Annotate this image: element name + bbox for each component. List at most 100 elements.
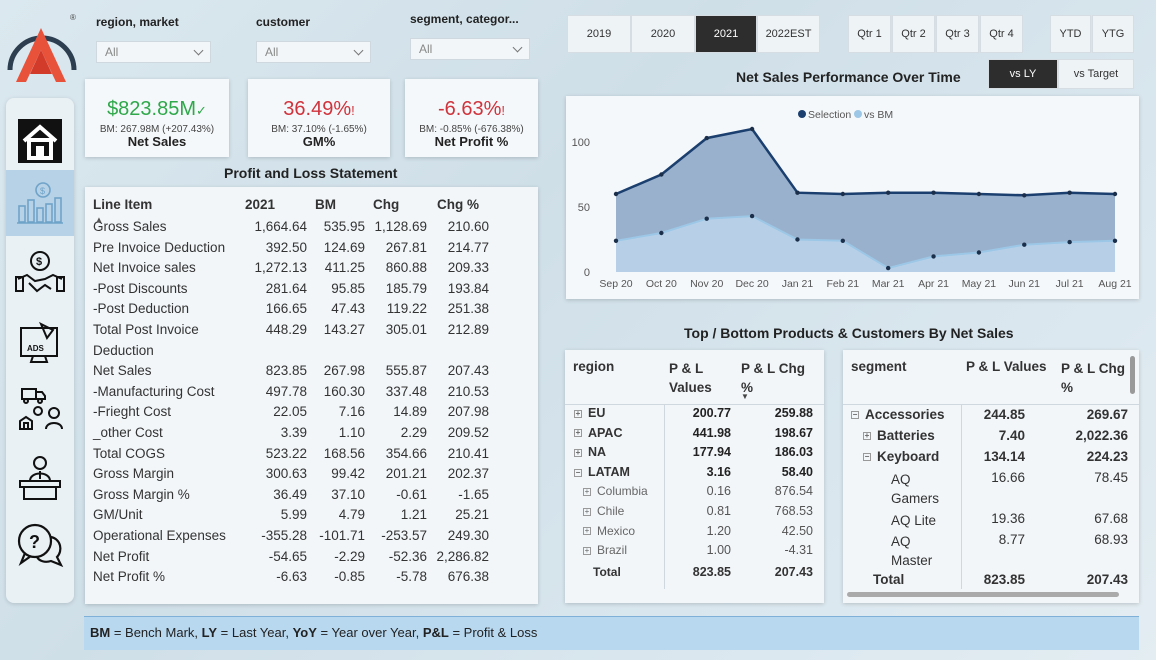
line-item-cell: GM/Unit (93, 507, 143, 523)
year-button-2020[interactable]: 2020 (631, 15, 695, 53)
expand-toggle-icon[interactable]: + (583, 507, 591, 516)
sidebar-item-executive[interactable] (6, 444, 74, 510)
column-header[interactable]: Chg (365, 191, 427, 217)
table-row[interactable]: Deduction (93, 341, 489, 362)
table-row[interactable]: + EU 200.77 259.88 (565, 406, 824, 426)
vs-ly-button[interactable]: vs LY (988, 59, 1058, 89)
column-header[interactable]: P & L Values (966, 359, 1047, 374)
expand-toggle-icon[interactable]: − (863, 453, 871, 462)
table-row[interactable]: Net Profit -54.65 -2.29 -52.36 2,286.82 (93, 547, 489, 568)
value-cell: 300.63 (265, 466, 307, 482)
table-row[interactable]: − Accessories 244.85 269.67 (843, 407, 1139, 427)
ytg-button[interactable]: YTG (1092, 15, 1134, 53)
table-row[interactable]: Gross Margin 300.63 99.42 201.21 202.37 (93, 464, 489, 485)
sidebar-item-help[interactable]: ? (6, 512, 74, 578)
sidebar-item-marketing[interactable]: ADS (6, 310, 74, 376)
table-row[interactable]: + Brazil 1.00 -4.31 (565, 543, 824, 563)
value-cell: 523.22 (265, 445, 307, 461)
column-header[interactable]: segment (851, 359, 907, 374)
table-row[interactable]: AQ Gamers 16.66 78.45 (843, 470, 1139, 506)
sidebar-item-home[interactable] (6, 108, 74, 174)
expand-toggle-icon[interactable]: + (574, 409, 582, 418)
change-cell: 876.54 (774, 484, 813, 499)
table-row[interactable]: + Columbia 0.16 876.54 (565, 484, 824, 504)
customer-dropdown[interactable]: All (256, 41, 371, 63)
table-row[interactable]: + APAC 441.98 198.67 (565, 426, 824, 446)
expand-toggle-icon[interactable]: − (851, 411, 859, 420)
table-row[interactable]: -Manufacturing Cost 497.78 160.30 337.48 210… (93, 382, 489, 403)
column-header[interactable]: P & L Chg % (1061, 359, 1131, 397)
region-market-dropdown[interactable]: All (96, 41, 211, 63)
value-cell: 47.43 (331, 301, 365, 317)
table-row[interactable]: + Mexico 1.20 42.50 (565, 524, 824, 544)
column-header[interactable]: Chg % (427, 191, 489, 217)
table-row[interactable]: Total Post Invoice 448.29 143.27 305.01 212.… (93, 320, 489, 341)
table-row[interactable]: Gross Margin % 36.49 37.10 -0.61 -1.65 (93, 485, 489, 506)
table-row[interactable]: AQ Lite 19.36 67.68 (843, 511, 1139, 531)
expand-toggle-icon[interactable]: + (583, 488, 591, 497)
column-header[interactable]: BM (307, 191, 365, 217)
year-button-2022est[interactable]: 2022EST (757, 15, 820, 53)
table-row[interactable]: Net Invoice sales 1,272.13 411.25 860.88 209… (93, 258, 489, 279)
data-point (704, 135, 709, 141)
quarter-button-3[interactable]: Qtr 3 (936, 15, 979, 53)
expand-toggle-icon[interactable]: + (574, 448, 582, 457)
expand-toggle-icon[interactable]: + (863, 432, 871, 441)
expand-toggle-icon[interactable]: + (574, 429, 582, 438)
table-row[interactable]: Pre Invoice Deduction 392.50 124.69 267.81 2… (93, 238, 489, 259)
column-header[interactable]: P & L Values (669, 359, 719, 397)
sidebar-item-supply-chain[interactable] (6, 376, 74, 442)
data-point (659, 172, 664, 177)
value-cell: 207.98 (447, 404, 489, 420)
sidebar-item-sales[interactable]: $ (6, 240, 74, 306)
expand-toggle-icon[interactable]: − (574, 468, 582, 477)
value-cell: 177.94 (692, 445, 731, 460)
quarter-button-1[interactable]: Qtr 1 (848, 15, 891, 53)
column-header[interactable]: P & L Chg % (741, 359, 813, 397)
table-row[interactable]: Net Profit % -6.63 -0.85 -5.78 676.38 (93, 567, 489, 588)
table-row[interactable]: Gross Sales 1,664.64 535.95 1,128.69 210.60 (93, 217, 489, 238)
table-row[interactable]: -Post Deduction 166.65 47.43 119.22 251.38 (93, 299, 489, 320)
ytd-button[interactable]: YTD (1050, 15, 1091, 53)
table-row[interactable]: + Batteries 7.40 2,022.36 (843, 428, 1139, 448)
company-logo: ® (4, 10, 78, 88)
value-cell: 99.42 (331, 466, 365, 482)
table-row[interactable]: GM/Unit 5.99 4.79 1.21 25.21 (93, 505, 489, 526)
abbreviation: LY (201, 625, 218, 640)
table-row[interactable]: Net Sales 823.85 267.98 555.87 207.43 (93, 361, 489, 382)
total-change: 207.43 (774, 564, 813, 579)
filter-label: segment, categor... (410, 12, 519, 26)
help-chat-icon: ? (17, 523, 64, 568)
table-row[interactable]: AQ Master 8.77 68.93 (843, 532, 1139, 568)
column-header[interactable]: region (573, 359, 614, 374)
sidebar-item-finance[interactable]: $ (6, 170, 74, 236)
table-row[interactable]: -Post Discounts 281.64 95.85 185.79 193.84 (93, 279, 489, 300)
table-row[interactable]: _other Cost 3.39 1.10 2.29 209.52 (93, 423, 489, 444)
table-row[interactable]: + NA 177.94 186.03 (565, 445, 824, 465)
vertical-scrollbar[interactable] (1130, 356, 1135, 394)
expand-toggle-icon[interactable]: + (583, 527, 591, 536)
kpi-value: -6.63%! (438, 98, 505, 120)
table-row[interactable]: Total COGS 523.22 168.56 354.66 210.41 (93, 444, 489, 465)
table-row[interactable]: -Frieght Cost 22.05 7.16 14.89 207.98 (93, 402, 489, 423)
table-row[interactable]: Operational Expenses -355.28 -101.71 -253.5… (93, 526, 489, 547)
data-point (976, 250, 982, 255)
quarter-button-2[interactable]: Qtr 2 (892, 15, 935, 53)
column-header[interactable]: Line Item ▲ (93, 191, 237, 225)
column-header[interactable]: 2021 (237, 191, 307, 217)
region-table-panel: region P & L Values P & L Chg % ▼ + EU 200… (565, 350, 824, 603)
year-button-2019[interactable]: 2019 (567, 15, 631, 53)
table-row[interactable]: − Keyboard 134.14 224.23 (843, 449, 1139, 469)
quarter-button-4[interactable]: Qtr 4 (980, 15, 1023, 53)
year-button-2021[interactable]: 2021 (695, 15, 757, 53)
value-cell: 411.25 (324, 260, 365, 276)
line-item-cell: -Frieght Cost (93, 404, 172, 420)
segment-name-cell: AQ Master (891, 534, 933, 568)
vs-target-button[interactable]: vs Target (1058, 59, 1134, 89)
table-row[interactable]: − LATAM 3.16 58.40 (565, 465, 824, 485)
expand-toggle-icon[interactable]: + (583, 547, 591, 556)
horizontal-scrollbar[interactable] (847, 592, 1119, 597)
value-cell: 4.79 (338, 507, 365, 523)
segment-category-dropdown[interactable]: All (410, 38, 530, 60)
table-row[interactable]: + Chile 0.81 768.53 (565, 504, 824, 524)
